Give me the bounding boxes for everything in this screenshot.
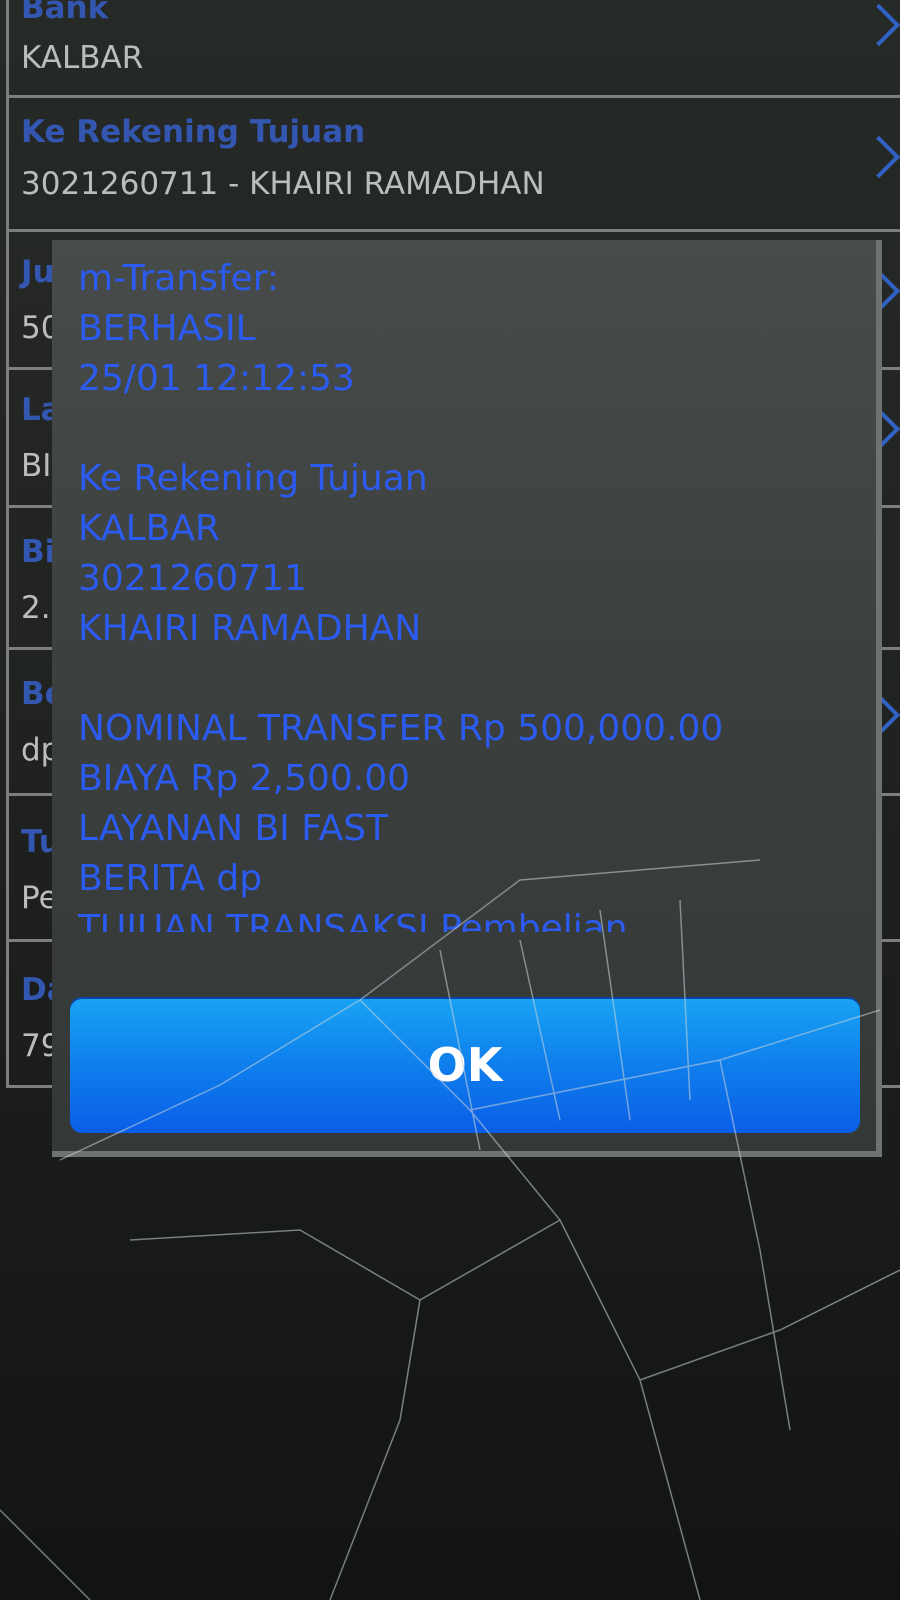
- screen: Bank KALBAR Ke Rekening Tujuan 302126071…: [0, 0, 900, 1600]
- dialog-message: m-Transfer: BERHASIL 25/01 12:12:53 Ke R…: [78, 254, 868, 932]
- dialog-line-account-name: KHAIRI RAMADHAN: [78, 608, 422, 649]
- dialog-line-timestamp: 25/01 12:12:53: [78, 358, 355, 399]
- dialog-spacer: [78, 654, 868, 704]
- dialog-line-bank: KALBAR: [78, 508, 220, 549]
- dialog-line-nominal: NOMINAL TRANSFER Rp 500,000.00: [78, 708, 724, 749]
- dialog-line-status: BERHASIL: [78, 308, 256, 349]
- dialog-line-purpose: TUJUAN TRANSAKSI Pembelian: [78, 908, 628, 932]
- dialog-line-note: BERITA dp: [78, 858, 263, 899]
- dialog-line-title: m-Transfer:: [78, 258, 280, 299]
- dialog-spacer: [78, 404, 868, 454]
- ok-button[interactable]: OK: [70, 997, 860, 1133]
- dialog-line-service: LAYANAN BI FAST: [78, 808, 389, 849]
- result-dialog: m-Transfer: BERHASIL 25/01 12:12:53 Ke R…: [52, 240, 882, 1157]
- dialog-line-account-number: 3021260711: [78, 558, 308, 599]
- dialog-line-fee: BIAYA Rp 2,500.00: [78, 758, 411, 799]
- dialog-line-destination-heading: Ke Rekening Tujuan: [78, 458, 428, 499]
